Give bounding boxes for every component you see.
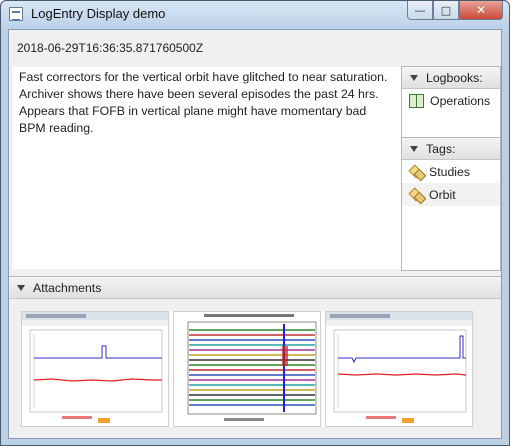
tags-pane: Tags: Studies Orbit	[402, 137, 500, 270]
collapse-arrow-icon[interactable]	[410, 74, 418, 81]
title-bar[interactable]: LogEntry Display demo — □ ✕	[1, 1, 509, 29]
attachment-image	[174, 312, 320, 426]
maximize-button[interactable]: □	[433, 1, 459, 20]
logbook-icon	[409, 93, 424, 108]
tags-list: Studies Orbit	[402, 160, 500, 270]
close-button[interactable]: ✕	[459, 1, 503, 20]
attachment-thumbnail[interactable]	[173, 311, 321, 427]
attachments-pane: Attachments	[9, 276, 501, 438]
app-icon	[9, 7, 23, 21]
logbooks-header[interactable]: Logbooks:	[402, 67, 500, 89]
attachment-thumbnail[interactable]	[21, 311, 169, 427]
logbooks-header-label: Logbooks:	[426, 70, 483, 85]
list-item[interactable]: Studies	[402, 160, 500, 183]
window-title: LogEntry Display demo	[31, 6, 166, 21]
tags-header-label: Tags:	[426, 141, 456, 156]
attachment-thumbnail[interactable]	[325, 311, 473, 427]
attachments-gallery	[21, 311, 473, 427]
side-panel: Logbooks: Operations Tags: Studies Orbit	[401, 66, 501, 271]
logbook-label: Operations	[430, 93, 491, 108]
tag-icon	[409, 165, 424, 179]
minimize-button[interactable]: —	[407, 1, 433, 20]
attachments-header-label: Attachments	[33, 280, 102, 295]
tag-label: Studies	[429, 164, 471, 179]
entry-description[interactable]: Fast correctors for the vertical orbit h…	[13, 67, 401, 269]
collapse-arrow-icon[interactable]	[410, 145, 418, 152]
tag-label: Orbit	[429, 187, 456, 202]
tag-icon	[409, 188, 424, 202]
tags-header[interactable]: Tags:	[402, 138, 500, 160]
attachment-image	[22, 312, 168, 423]
attachments-header[interactable]: Attachments	[9, 277, 501, 299]
logbooks-list: Operations	[402, 89, 500, 137]
window-controls: — □ ✕	[407, 1, 503, 21]
entry-timestamp: 2018-06-29T16:36:35.871760500Z	[17, 41, 204, 55]
attachment-image	[326, 312, 472, 423]
collapse-arrow-icon[interactable]	[17, 284, 25, 291]
app-window: LogEntry Display demo — □ ✕ 2018-06-29T1…	[0, 0, 510, 446]
list-item[interactable]: Orbit	[402, 183, 500, 206]
log-entry-panel: 2018-06-29T16:36:35.871760500Z Fast corr…	[8, 29, 502, 439]
list-item[interactable]: Operations	[402, 89, 500, 112]
logbooks-pane: Logbooks: Operations	[402, 67, 500, 137]
